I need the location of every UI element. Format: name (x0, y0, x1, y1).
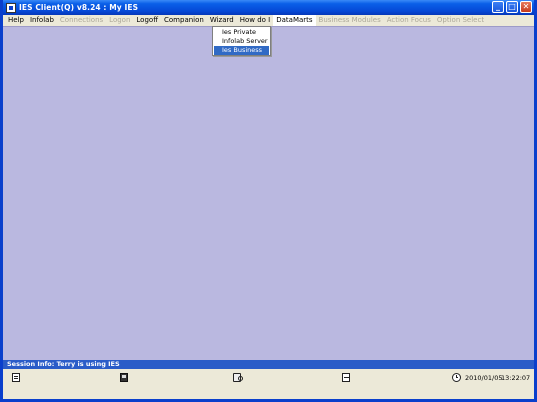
menu-infolab[interactable]: Infolab (27, 15, 57, 26)
menu-business-modules[interactable]: Business Modules (316, 15, 384, 26)
title-bar[interactable]: IES Client(Q) v8.24 : My IES _ □ ✕ (3, 0, 534, 15)
save-icon[interactable] (120, 373, 128, 382)
status-date: 2010/01/05 (465, 374, 503, 382)
close-button[interactable]: ✕ (520, 1, 532, 13)
menu-logoff[interactable]: Logoff (133, 15, 161, 26)
app-window: IES Client(Q) v8.24 : My IES _ □ ✕ Help … (0, 0, 537, 402)
menu-connections[interactable]: Connections (57, 15, 106, 26)
menu-how-do-i[interactable]: How do I (237, 15, 274, 26)
menu-logon[interactable]: Logon (106, 15, 133, 26)
menu-action-focus[interactable]: Action Focus (384, 15, 434, 26)
menu-wizard[interactable]: Wizard (207, 15, 237, 26)
menu-help[interactable]: Help (5, 15, 27, 26)
menu-option-select[interactable]: Option Select (434, 15, 487, 26)
tool-icon[interactable] (233, 373, 243, 382)
menu-bar: Help Infolab Connections Logon Logoff Co… (3, 15, 534, 26)
document-icon[interactable] (12, 373, 20, 382)
menu-datamarts[interactable]: DataMarts (273, 15, 316, 26)
datamarts-dropdown: Ies Private Infolab Server Ies Business (212, 26, 271, 56)
menu-companion[interactable]: Companion (161, 15, 207, 26)
window-title: IES Client(Q) v8.24 : My IES (19, 3, 139, 12)
client-area[interactable] (3, 26, 534, 360)
dropdown-item-ies-private[interactable]: Ies Private (214, 28, 269, 37)
window-controls: _ □ ✕ (492, 1, 532, 13)
dropdown-item-infolab-server[interactable]: Infolab Server (214, 37, 269, 46)
status-time: 13:22:07 (501, 374, 531, 382)
maximize-button[interactable]: □ (506, 1, 518, 13)
app-icon[interactable] (6, 2, 16, 13)
minimize-button[interactable]: _ (492, 1, 504, 13)
clock-icon (452, 373, 461, 382)
session-info-bar: Session Info: Terry is using IES (3, 360, 534, 369)
dropdown-item-ies-business[interactable]: Ies Business (214, 46, 269, 55)
status-bar: 2010/01/05 13:22:07 (3, 369, 534, 399)
swap-icon[interactable] (342, 373, 350, 382)
